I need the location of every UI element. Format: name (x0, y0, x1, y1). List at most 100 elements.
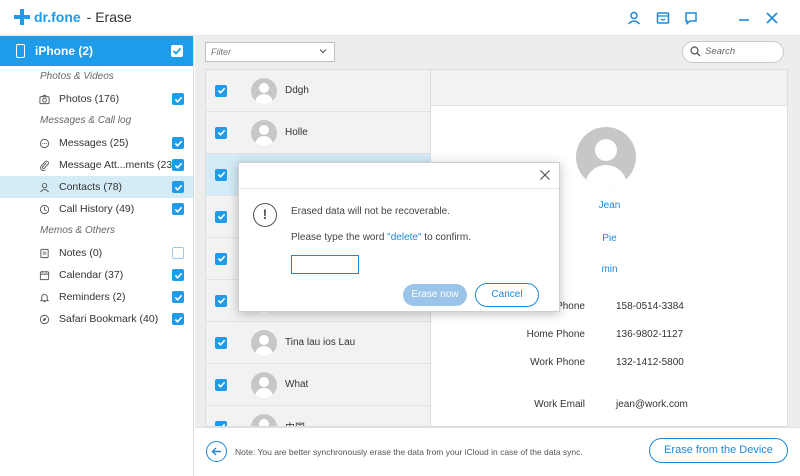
device-header[interactable]: iPhone (2) (0, 36, 193, 66)
dialog-header (239, 163, 559, 189)
checkbox[interactable] (215, 378, 227, 391)
cancel-button[interactable]: Cancel (475, 283, 539, 307)
checkbox[interactable] (172, 181, 184, 193)
back-button[interactable] (206, 441, 227, 462)
sidebar-item-label: Photos (176) (59, 93, 120, 105)
list-item[interactable]: Tina lau ios Lau (206, 322, 430, 364)
calendar-icon (38, 269, 50, 281)
arrow-left-icon (211, 447, 221, 456)
close-icon[interactable] (764, 10, 780, 26)
contact-name: 中国 (285, 419, 305, 426)
contact-name: Tina lau ios Lau (285, 337, 356, 348)
erase-confirm-dialog: ! Erased data will not be recoverable. P… (238, 162, 560, 312)
checkbox[interactable] (172, 93, 184, 105)
app-logo: dr.fone - Erase (14, 9, 132, 25)
avatar (251, 413, 277, 426)
device-checkbox[interactable] (171, 45, 183, 57)
checkbox[interactable] (172, 269, 184, 281)
confirm-prompt: Please type the word "delete" to confirm… (291, 232, 471, 243)
sidebar-item-label: Calendar (37) (59, 269, 124, 281)
checkbox[interactable] (215, 210, 227, 223)
filter-placeholder: Filter (211, 47, 231, 57)
field-value: 158-0514-3384 (616, 301, 684, 312)
checkbox[interactable] (215, 168, 227, 181)
paperclip-icon (38, 159, 50, 171)
app-title: - Erase (86, 9, 132, 25)
sidebar-item-calendar[interactable]: Calendar (37) (0, 264, 193, 286)
prompt-suffix: to confirm. (421, 232, 471, 243)
category-heading: Photos & Videos (40, 71, 114, 82)
checkbox[interactable] (215, 294, 227, 307)
warning-message: Erased data will not be recoverable. (291, 206, 450, 217)
sidebar-item-contacts[interactable]: Contacts (78) (0, 176, 193, 198)
person-icon (38, 181, 50, 193)
device-label: iPhone (2) (35, 44, 94, 58)
list-item[interactable]: 中国 (206, 406, 430, 426)
minimize-icon[interactable] (736, 10, 752, 26)
checkbox[interactable] (172, 203, 184, 215)
warning-icon: ! (253, 203, 277, 227)
feedback-icon[interactable] (683, 10, 699, 26)
clock-icon (38, 203, 50, 215)
erase-from-device-button[interactable]: Erase from the Device (649, 438, 788, 463)
field-value: jean@work.com (616, 399, 688, 410)
checkbox[interactable] (172, 291, 184, 303)
field-label: Home Phone (526, 329, 585, 340)
bell-icon (38, 291, 50, 303)
sidebar-item-message-attachments[interactable]: Message Att...ments (231) (0, 154, 193, 176)
contact-avatar (576, 127, 636, 187)
sidebar-item-call-history[interactable]: Call History (49) (0, 198, 193, 220)
checkbox[interactable] (172, 159, 184, 171)
bottom-bar: Note: You are better synchronously erase… (195, 427, 800, 476)
category-heading: Memos & Others (40, 225, 116, 236)
field-value: 132-1412-5800 (616, 357, 684, 368)
note-icon (38, 247, 50, 259)
contact-name: What (285, 379, 309, 390)
account-icon[interactable] (626, 10, 642, 26)
avatar (251, 77, 277, 104)
checkbox[interactable] (172, 247, 184, 259)
contact-name: Ddgh (285, 85, 309, 96)
field-value: 136-9802-1127 (616, 329, 684, 340)
sidebar-item-messages[interactable]: Messages (25) (0, 132, 193, 154)
prompt-keyword: "delete" (387, 232, 422, 243)
sidebar-item-label: Contacts (78) (59, 181, 123, 193)
phone-icon (16, 44, 25, 58)
field-label: Phone (556, 301, 585, 312)
sidebar-item-label: Notes (0) (59, 247, 103, 259)
search-input[interactable]: Search (682, 41, 784, 63)
sidebar-item-label: Reminders (2) (59, 291, 126, 303)
checkbox[interactable] (215, 126, 227, 139)
contact-name: Holle (285, 127, 308, 138)
delete-confirm-input[interactable] (291, 255, 359, 274)
avatar (251, 119, 277, 146)
checkbox[interactable] (215, 336, 227, 349)
cart-icon[interactable] (655, 10, 671, 26)
sidebar-item-label: Messages (25) (59, 137, 129, 149)
brand-name: dr.fone (34, 9, 81, 25)
field-label: Work Phone (530, 357, 585, 368)
checkbox[interactable] (172, 313, 184, 325)
list-item[interactable]: Holle (206, 112, 430, 154)
message-icon (38, 137, 50, 149)
sidebar-item-photos[interactable]: Photos (176) (0, 88, 193, 110)
checkbox[interactable] (215, 252, 227, 265)
search-icon (690, 46, 701, 57)
title-bar: dr.fone - Erase (0, 0, 800, 36)
sidebar-item-notes[interactable]: Notes (0) (0, 242, 193, 264)
sidebar-item-safari-bookmark[interactable]: Safari Bookmark (40) (0, 308, 193, 330)
compass-icon (38, 313, 50, 325)
dialog-close-icon[interactable] (539, 169, 551, 181)
sidebar-item-reminders[interactable]: Reminders (2) (0, 286, 193, 308)
filter-dropdown[interactable]: Filter (205, 42, 335, 62)
plus-logo-icon (14, 9, 30, 25)
erase-now-button[interactable]: Erase now (403, 284, 467, 306)
sidebar-item-label: Message Att...ments (231) (59, 159, 182, 171)
list-item[interactable]: What (206, 364, 430, 406)
checkbox[interactable] (215, 84, 227, 97)
list-item[interactable]: Ddgh (206, 70, 430, 112)
sidebar: iPhone (2) Photos & Videos Photos (176) … (0, 36, 194, 476)
prompt-prefix: Please type the word (291, 232, 388, 243)
sidebar-item-label: Safari Bookmark (40) (59, 313, 159, 325)
checkbox[interactable] (172, 137, 184, 149)
